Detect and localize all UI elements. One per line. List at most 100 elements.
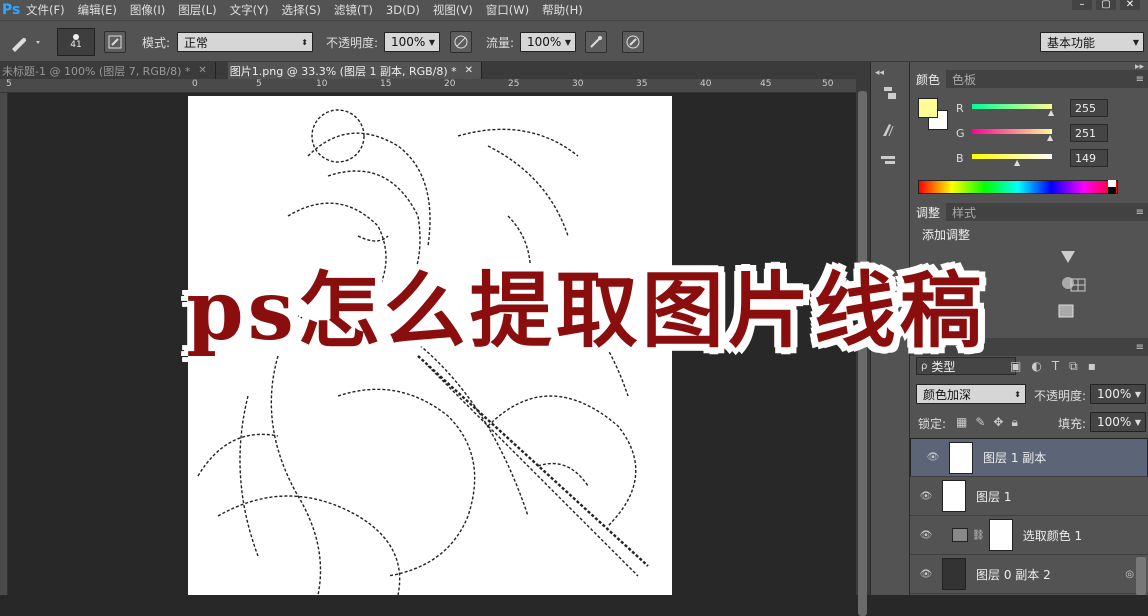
panel-menu-icon[interactable]: ≡ xyxy=(1136,207,1144,218)
g-value-input[interactable]: 251 xyxy=(1070,124,1108,142)
chevron-updown-icon: ⬍ xyxy=(301,37,308,47)
flow-input[interactable]: 100% ▼ xyxy=(520,32,576,52)
chevron-down-icon[interactable]: ▼ xyxy=(1135,418,1141,427)
layer-row[interactable]: 👁︎ ⛓ 选取颜色 1 xyxy=(910,516,1148,555)
r-slider[interactable] xyxy=(972,104,1052,109)
color-lookup-icon[interactable] xyxy=(1070,278,1086,292)
menu-select[interactable]: 选择(S) xyxy=(278,2,330,18)
panel-menu-icon[interactable]: ≡ xyxy=(1136,74,1144,85)
layer-thumbnail xyxy=(942,480,966,512)
ruler-label: 20 xyxy=(444,79,456,89)
menu-view[interactable]: 视图(V) xyxy=(429,2,482,18)
brush-size-value: 41 xyxy=(70,40,82,50)
blend-mode-select[interactable]: 颜色加深 ⬍ xyxy=(916,384,1026,404)
layer-row[interactable]: 👁︎ 图层 1 xyxy=(910,477,1148,516)
ruler-label: 10 xyxy=(316,79,328,89)
opacity-input[interactable]: 100% ▼ xyxy=(384,32,440,52)
threshold-icon[interactable] xyxy=(1058,304,1074,318)
menu-layer[interactable]: 图层(L) xyxy=(174,2,225,18)
ruler-label: 45 xyxy=(760,79,772,89)
layer-opacity-label: 不透明度: xyxy=(1034,389,1087,403)
slider-handle-icon[interactable]: ▲ xyxy=(1047,133,1053,142)
fill-input[interactable]: 100% ▼ xyxy=(1090,412,1146,432)
menu-image[interactable]: 图像(I) xyxy=(126,2,174,18)
panel-menu-icon[interactable]: ≡ xyxy=(1136,342,1144,353)
menu-help[interactable]: 帮助(H) xyxy=(538,2,592,18)
filter-smart-icon[interactable]: ▪ xyxy=(1088,359,1096,374)
b-value-input[interactable]: 149 xyxy=(1070,149,1108,167)
menu-3d[interactable]: 3D(D) xyxy=(382,3,429,17)
layer-thumbnail xyxy=(942,558,966,590)
tab-adjustments[interactable]: 调整 xyxy=(910,203,947,221)
ruler-label: 30 xyxy=(572,79,584,89)
menu-filter[interactable]: 滤镜(T) xyxy=(330,2,382,18)
r-value-input[interactable]: 255 xyxy=(1070,99,1108,117)
maximize-button[interactable]: ▢ xyxy=(1096,0,1116,10)
menu-file[interactable]: 文件(F) xyxy=(22,2,74,18)
lock-transparent-icon[interactable]: ▦ xyxy=(956,415,967,430)
layers-scrollbar-thumb[interactable] xyxy=(1136,557,1146,595)
tab-styles[interactable]: 样式 xyxy=(946,203,982,221)
menu-edit[interactable]: 编辑(E) xyxy=(74,2,126,18)
filter-shape-icon[interactable]: ⧉ xyxy=(1069,359,1078,374)
tab-swatches[interactable]: 色板 xyxy=(946,70,982,88)
horizontal-ruler: 5 0 5 10 15 20 25 30 35 40 45 50 xyxy=(0,79,856,93)
color-spectrum[interactable] xyxy=(918,180,1118,194)
flow-value: 100% xyxy=(527,35,562,49)
overlay-title-text: ps怎么提取图片线稿 xyxy=(186,262,986,359)
brush-tool-preset[interactable] xyxy=(8,21,44,63)
clone-source-icon[interactable] xyxy=(879,150,901,172)
close-icon[interactable]: ✕ xyxy=(465,65,473,76)
document-tabs: 未标题-1 @ 100% (图层 7, RGB/8) * ✕ 图片1.png @ … xyxy=(0,62,870,79)
eye-icon[interactable]: 👁︎ xyxy=(910,569,942,580)
collapse-arrows-icon[interactable]: ◂◂ xyxy=(875,68,884,78)
lock-all-icon[interactable]: 🔒︎ xyxy=(1011,415,1017,430)
minimize-button[interactable]: – xyxy=(1072,0,1092,10)
slider-handle-icon[interactable]: ▲ xyxy=(1048,108,1054,117)
tab-untitled-1[interactable]: 未标题-1 @ 100% (图层 7, RGB/8) * ✕ xyxy=(0,62,216,79)
eye-icon[interactable]: 👁︎ xyxy=(917,452,949,463)
slider-handle-icon[interactable]: ▲ xyxy=(1014,158,1020,167)
workspace-select[interactable]: 基本功能 ▼ xyxy=(1040,32,1144,52)
link-icon[interactable]: ⛓ xyxy=(972,530,985,541)
chevron-down-icon[interactable]: ▼ xyxy=(429,38,435,47)
menu-type[interactable]: 文字(Y) xyxy=(226,2,278,18)
overlay-title: ps怎么提取图片线稿 xyxy=(118,242,1054,364)
brush-size-picker[interactable]: 41 xyxy=(57,21,95,63)
b-slider[interactable] xyxy=(972,154,1052,159)
lock-position-icon[interactable]: ✥ xyxy=(993,415,1003,430)
chevron-down-icon[interactable]: ▼ xyxy=(1135,390,1141,399)
pressure-opacity-button[interactable] xyxy=(450,31,472,53)
history-icon[interactable] xyxy=(879,82,901,104)
mode-select[interactable]: 正常 ⬍ xyxy=(177,32,313,52)
adjustment-layer-icon xyxy=(952,528,968,542)
chevron-down-icon[interactable]: ▼ xyxy=(565,38,571,47)
layer-row[interactable]: 👁︎ 图层 1 副本 xyxy=(910,438,1148,477)
eye-icon[interactable]: 👁︎ xyxy=(910,491,942,502)
ruler-label: 5 xyxy=(6,79,12,89)
g-slider[interactable] xyxy=(972,129,1052,134)
layer-row[interactable]: 👁︎ 图层 0 副本 2 ◎ xyxy=(910,555,1148,594)
gradient-map-icon[interactable] xyxy=(1060,250,1076,264)
layer-opacity-value: 100% xyxy=(1097,387,1132,401)
brush-panel-icon[interactable] xyxy=(104,31,126,53)
tab-image1[interactable]: 图片1.png @ 33.3% (图层 1 副本, RGB/8) * ✕ xyxy=(227,62,483,79)
close-icon[interactable]: ✕ xyxy=(198,65,206,76)
layer-opacity-input[interactable]: 100% ▼ xyxy=(1090,384,1146,404)
eye-icon[interactable]: 👁︎ xyxy=(910,530,942,541)
pressure-size-button[interactable] xyxy=(622,31,644,53)
brush-icon xyxy=(12,38,40,52)
foreground-color-swatch-top[interactable] xyxy=(918,98,938,118)
lock-pixels-icon[interactable]: ✎ xyxy=(975,415,985,430)
black-white-swatch[interactable] xyxy=(1108,180,1116,194)
tab-color[interactable]: 颜色 xyxy=(910,70,947,88)
brush-panel-toggle[interactable] xyxy=(104,21,126,63)
add-adjustment-title: 添加调整 xyxy=(922,228,971,242)
airbrush-button[interactable] xyxy=(585,31,607,53)
ruler-label: 5 xyxy=(256,79,262,89)
brush-presets-icon[interactable] xyxy=(879,120,901,142)
close-button[interactable]: ✕ xyxy=(1120,0,1140,10)
menu-bar: Ps 文件(F) 编辑(E) 图像(I) 图层(L) 文字(Y) 选择(S) 滤… xyxy=(0,0,1148,20)
mode-value: 正常 xyxy=(184,35,209,50)
menu-window[interactable]: 窗口(W) xyxy=(482,2,538,18)
